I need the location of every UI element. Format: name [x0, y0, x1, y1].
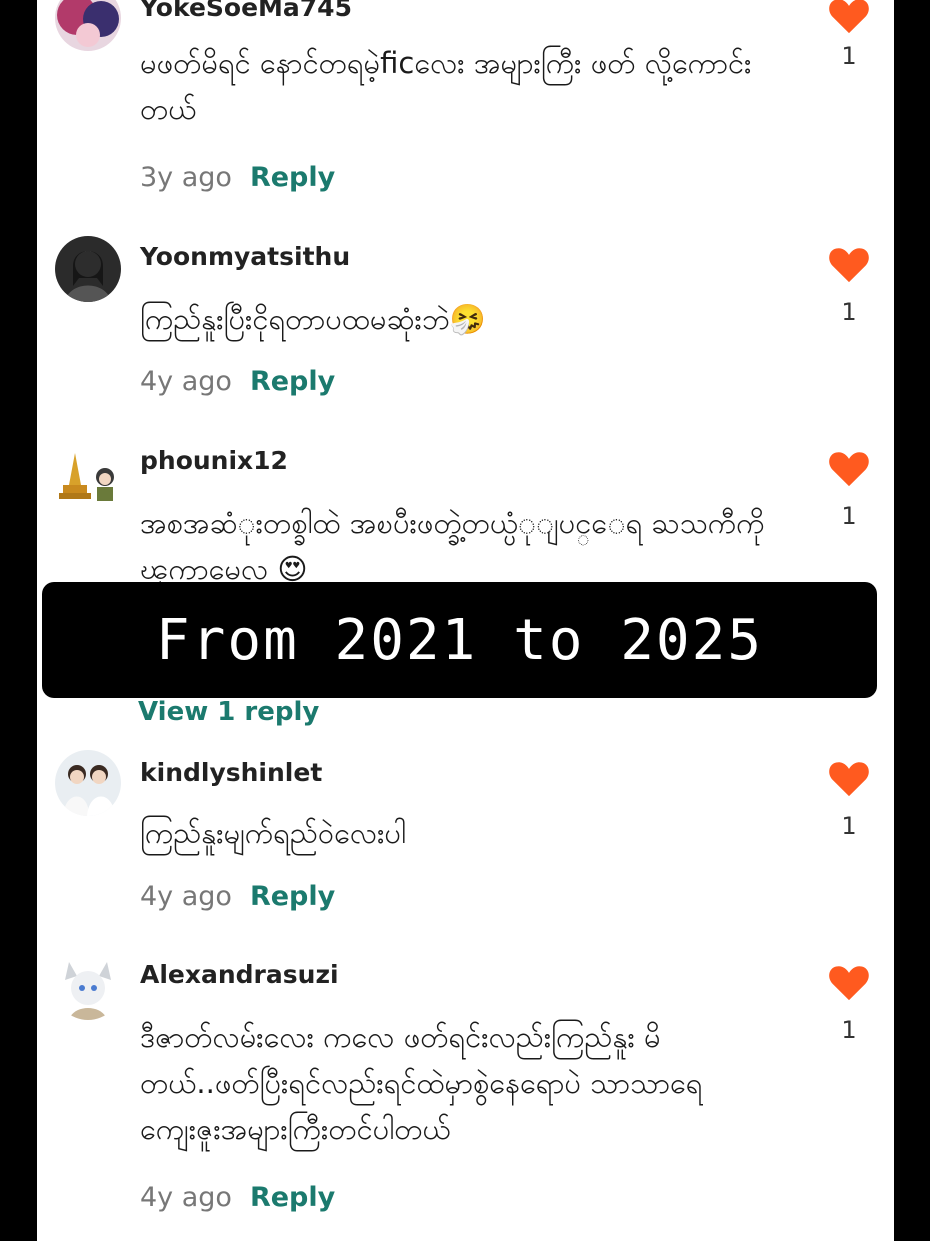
heart-icon[interactable] — [827, 244, 871, 284]
avatar[interactable] — [55, 0, 121, 51]
like-count: 1 — [841, 812, 857, 840]
heart-icon[interactable] — [827, 962, 871, 1002]
comment-meta: 4y ago Reply — [140, 1182, 335, 1213]
comment-time: 4y ago — [140, 366, 232, 397]
comment-meta: 4y ago Reply — [140, 366, 335, 397]
overlay-caption: From 2021 to 2025 — [42, 582, 877, 698]
reply-button[interactable]: Reply — [250, 366, 335, 397]
comment-time: 4y ago — [140, 1182, 232, 1213]
comment-username[interactable]: Yoonmyatsithu — [140, 242, 350, 271]
comment-text: အစအဆံုးတစ္ခါထဲ အၿပီးဖတ္ခဲ့တယ္ပံုျပင္ေရ ႀ… — [140, 506, 765, 586]
reply-button[interactable]: Reply — [250, 162, 335, 193]
comment-meta: 4y ago Reply — [140, 881, 335, 912]
comment-text: ဒီဇာတ်လမ်းလေး ကလေ ဖတ်ရင်းလည်းကြည်နူး မိတ… — [140, 1020, 703, 1146]
avatar[interactable] — [55, 750, 121, 816]
comment-time: 3y ago — [140, 162, 232, 193]
reply-button[interactable]: Reply — [250, 881, 335, 912]
comment-username[interactable]: YokeSoeMa745 — [140, 0, 352, 22]
avatar[interactable] — [55, 954, 121, 1020]
heart-icon[interactable] — [827, 758, 871, 798]
comment-meta: 3y ago Reply — [140, 162, 335, 193]
like-count: 1 — [841, 42, 857, 70]
like-count: 1 — [841, 502, 857, 530]
heart-icon[interactable] — [827, 448, 871, 488]
reply-button[interactable]: Reply — [250, 1182, 335, 1213]
comment-text: ကြည်နူးမျက်ရည်ဝဲလေးပါ — [140, 816, 406, 850]
comment-username[interactable]: kindlyshinlet — [140, 758, 322, 787]
comment-text: မဖတ်မိရင် နောင်တရမဲ့ficလေး အများကြီး ဖတ်… — [140, 46, 752, 126]
comment-username[interactable]: phounix12 — [140, 446, 288, 475]
comment-time: 4y ago — [140, 881, 232, 912]
view-replies-link[interactable]: View 1 reply — [138, 697, 319, 727]
comment-text: ကြည်နူးပြီးငိုရတာပထမဆုံးဘဲ🤧 — [140, 302, 486, 336]
heart-icon[interactable] — [827, 0, 871, 35]
comment-username[interactable]: Alexandrasuzi — [140, 960, 339, 989]
avatar[interactable] — [55, 445, 121, 511]
like-count: 1 — [841, 1016, 857, 1044]
like-count: 1 — [841, 298, 857, 326]
avatar[interactable] — [55, 236, 121, 302]
